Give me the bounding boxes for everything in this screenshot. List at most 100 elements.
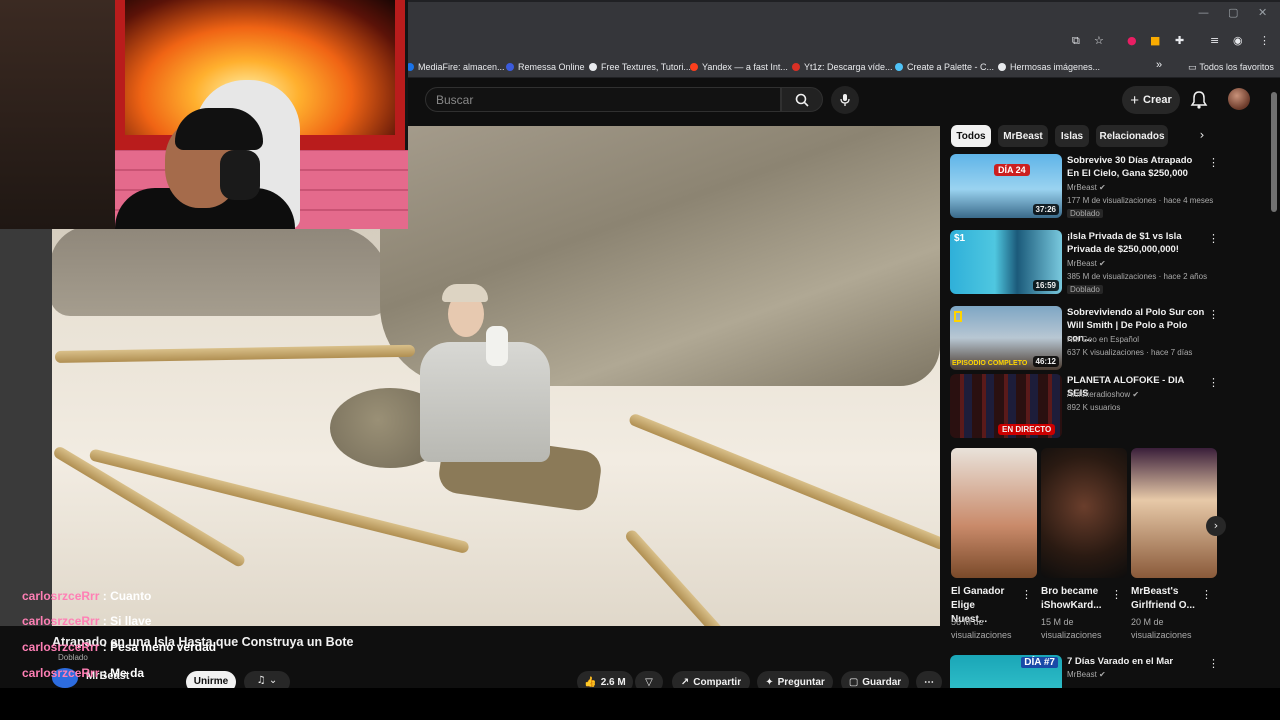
more-options-icon[interactable]: ⋮: [1021, 588, 1032, 601]
verified-icon: ✔: [1099, 183, 1106, 192]
share-icon: ↗: [680, 676, 690, 688]
chip-islas[interactable]: Islas: [1055, 125, 1089, 147]
all-bookmarks-folder[interactable]: ▭ Todos los favoritos: [1188, 62, 1274, 73]
dubbed-badge: Doblado: [1067, 209, 1103, 218]
live-badge: EN DIRECTO: [998, 424, 1056, 435]
more-options-icon[interactable]: ⋮: [1111, 588, 1122, 601]
bookmark-palette[interactable]: Create a Palette - C...: [895, 62, 994, 72]
video-frame-bottle: [486, 326, 508, 366]
chevron-right-icon[interactable]: ›: [1194, 128, 1210, 144]
yandex-favicon: [690, 63, 698, 71]
short-meta: 20 M de visualizaciones: [1131, 617, 1192, 640]
search-button[interactable]: [781, 87, 823, 112]
palette-favicon: [895, 63, 903, 71]
folder-icon: ▭: [1188, 63, 1200, 73]
recommendation-meta: 637 K visualizaciones · hace 7 días: [1067, 348, 1193, 357]
more-options-icon[interactable]: ⋮: [1201, 588, 1212, 601]
recommendation-meta: 177 M de visualizaciones · hace 4 meses: [1067, 196, 1214, 205]
recommendation-channel[interactable]: Alofokeradioshow ✔: [1067, 390, 1139, 399]
video-frame-rock: [50, 226, 390, 316]
recommendation-title[interactable]: 7 Días Varado en el Mar: [1067, 655, 1207, 668]
chat-text: : Si llave: [102, 614, 152, 628]
duration-badge: 16:59: [1032, 280, 1059, 291]
extension-icon[interactable]: ■: [1150, 34, 1160, 47]
recommendation-channel[interactable]: MrBeast ✔: [1067, 670, 1106, 679]
more-options-icon[interactable]: ⋮: [1208, 232, 1219, 245]
short-thumbnail[interactable]: [951, 448, 1037, 578]
notifications-bell-icon[interactable]: [1188, 89, 1210, 111]
dubbed-badge: Doblado: [58, 653, 88, 662]
media-icon[interactable]: ≡: [1210, 34, 1219, 47]
short-thumbnail[interactable]: [1041, 448, 1127, 578]
recommendation-channel[interactable]: MrBeast ✔: [1067, 183, 1106, 192]
yt1z-favicon: [792, 63, 800, 71]
bookmark-yandex[interactable]: Yandex — a fast Int...: [690, 62, 788, 72]
taskbar-strip: [0, 688, 1280, 720]
textures-favicon: [589, 63, 597, 71]
video-thumbnail[interactable]: $1 16:59: [950, 230, 1062, 294]
recommendation-item[interactable]: DÍA #7 7 Días Varado en el Mar MrBeast ✔…: [950, 655, 1270, 688]
recommendation-meta: 385 M de visualizaciones · hace 2 años: [1067, 272, 1208, 281]
menu-icon[interactable]: ⋮: [1259, 34, 1270, 47]
recommendation-title[interactable]: ¡Isla Privada de $1 vs Isla Privada de $…: [1067, 230, 1207, 256]
bookmarks-overflow-button[interactable]: »: [1156, 59, 1162, 71]
chevron-right-icon[interactable]: ›: [1206, 516, 1226, 536]
short-thumbnail[interactable]: [1131, 448, 1217, 578]
recommendation-item[interactable]: $1 16:59 ¡Isla Privada de $1 vs Isla Pri…: [950, 230, 1270, 296]
chip-mrbeast[interactable]: MrBeast: [998, 125, 1048, 147]
video-thumbnail[interactable]: EPISODIO COMPLETO 46:12: [950, 306, 1062, 370]
bookmark-mediafire[interactable]: MediaFire: almacen...: [406, 62, 505, 72]
bell-icon: ♫ ⌄: [256, 675, 278, 686]
recommendation-item[interactable]: EN DIRECTO PLANETA ALOFOKE - DIA SEIS Al…: [950, 374, 1270, 440]
maximize-button[interactable]: ▢: [1228, 6, 1238, 19]
chip-todos[interactable]: Todos: [951, 125, 991, 147]
video-frame-person: [442, 284, 488, 302]
short-title[interactable]: Bro became iShowKard...: [1041, 585, 1107, 613]
search-input[interactable]: Buscar: [425, 87, 781, 112]
extensions-puzzle-icon[interactable]: ✚: [1175, 34, 1184, 47]
voice-search-button[interactable]: [831, 86, 859, 114]
recommendation-title[interactable]: Sobrevive 30 Días Atrapado En El Cielo, …: [1067, 154, 1207, 180]
chat-text: : Pesa meno verdad: [102, 640, 217, 654]
create-button[interactable]: + Crear: [1122, 86, 1180, 114]
video-thumbnail[interactable]: DÍA #7: [950, 655, 1062, 688]
bookmark-textures[interactable]: Free Textures, Tutori...: [589, 62, 691, 72]
recommendation-item[interactable]: EPISODIO COMPLETO 46:12 Sobreviviendo al…: [950, 306, 1270, 372]
short-meta: 15 M de visualizaciones: [1041, 617, 1102, 640]
more-options-icon[interactable]: ⋮: [1208, 308, 1219, 321]
chat-username: carlosrzceRrr: [22, 589, 100, 603]
minimize-button[interactable]: —: [1198, 6, 1209, 19]
thumbnail-label: $1: [954, 233, 966, 244]
video-thumbnail[interactable]: DÍA 24 37:26: [950, 154, 1062, 218]
webcam-streamer: [175, 108, 263, 150]
tab-strip: [408, 2, 1280, 28]
recommendation-channel[interactable]: Nat Geo en Español: [1067, 335, 1139, 344]
extension-icon[interactable]: ●: [1127, 34, 1137, 47]
webcam-overlay: [0, 0, 408, 229]
more-options-icon[interactable]: ⋮: [1208, 376, 1219, 389]
bookmark-hermosas[interactable]: Hermosas imágenes...: [998, 62, 1100, 72]
recommendation-meta: 892 K usuarios: [1067, 403, 1121, 412]
verified-icon: ✔: [1132, 390, 1140, 399]
install-icon[interactable]: ⧉: [1072, 34, 1080, 48]
more-options-icon[interactable]: ⋮: [1208, 657, 1219, 670]
scrollbar-thumb[interactable]: [1271, 92, 1277, 212]
short-title[interactable]: MrBeast's Girlfriend O...: [1131, 585, 1197, 613]
dubbed-badge: Doblado: [1067, 285, 1103, 294]
account-avatar[interactable]: [1228, 88, 1250, 110]
star-bookmark-icon[interactable]: ☆: [1094, 34, 1104, 47]
more-options-icon[interactable]: ⋮: [1208, 156, 1219, 169]
bookmark-remessa[interactable]: Remessa Online: [506, 62, 585, 72]
bookmark-yt1z[interactable]: Yt1z: Descarga víde...: [792, 62, 893, 72]
profile-icon[interactable]: ◉: [1233, 34, 1243, 47]
recommendation-channel[interactable]: MrBeast ✔: [1067, 259, 1106, 268]
chat-username: carlosrzceRrr: [22, 666, 100, 680]
close-button[interactable]: ✕: [1258, 6, 1267, 19]
short-meta: 56 M de visualizaciones: [951, 617, 1012, 640]
verified-icon: ✔: [1099, 259, 1106, 268]
recommendation-item[interactable]: DÍA 24 37:26 Sobrevive 30 Días Atrapado …: [950, 154, 1270, 220]
duration-badge: 46:12: [1032, 356, 1059, 367]
chip-relacionados[interactable]: Relacionados: [1096, 125, 1168, 147]
natgeo-logo-icon: [954, 311, 962, 322]
video-thumbnail[interactable]: EN DIRECTO: [950, 374, 1062, 438]
